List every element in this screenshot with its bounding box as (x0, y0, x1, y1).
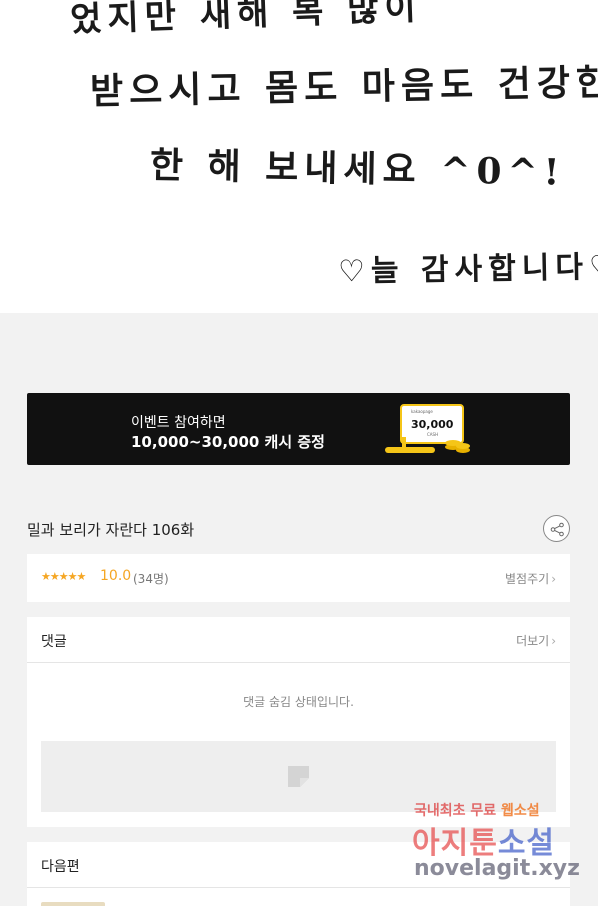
cash-card-illustration: kakaopage 30,000 CASH (385, 404, 470, 453)
comments-card: 댓글 더보기 › 댓글 숨김 상태입니다. (27, 617, 570, 827)
handwritten-line-2: 받으시고 몸도 마음도 건강한 (89, 61, 598, 113)
rating-stars: ★★★★★ (41, 570, 86, 583)
rating-score: 10.0 (100, 568, 132, 584)
next-episode-title: 다음편 (41, 859, 80, 875)
comments-hidden-message: 댓글 숨김 상태입니다. (243, 695, 354, 709)
comments-more-button[interactable]: 더보기 › (516, 632, 556, 649)
more-label: 더보기 (516, 634, 550, 648)
banner-subtitle: 이벤트 참여하면 (131, 415, 226, 431)
next-episode-thumbnail[interactable] (41, 902, 105, 906)
image-placeholder-icon (288, 766, 309, 787)
handwritten-line-3: 한 해 보내세요 ^0^! (149, 144, 566, 194)
comments-title: 댓글 (41, 634, 67, 650)
chevron-right-icon: › (551, 634, 556, 648)
comments-header: 댓글 더보기 › (27, 617, 570, 663)
rating-count: (34명) (133, 572, 169, 586)
episode-title: 밀과 보리가 자란다 106화 (27, 521, 195, 539)
share-icon (550, 522, 564, 537)
handwritten-line-1: 었지만 새해 복 많이 (69, 0, 423, 41)
rate-label: 별점주기 (505, 572, 550, 586)
comic-panel: 었지만 새해 복 많이 받으시고 몸도 마음도 건강한 한 해 보내세요 ^0^… (0, 0, 598, 313)
share-button[interactable] (543, 515, 570, 542)
event-banner[interactable]: 이벤트 참여하면 10,000~30,000 캐시 증정 kakaopage 3… (27, 393, 570, 465)
next-episode-card[interactable]: 다음편 (27, 842, 570, 906)
art-unit: CASH (427, 432, 438, 437)
divider (27, 887, 570, 888)
comment-placeholder (41, 741, 556, 812)
rate-button[interactable]: 별점주기 › (505, 570, 556, 587)
chevron-right-icon: › (551, 572, 556, 586)
art-amount: 30,000 (411, 418, 454, 431)
rating-card: ★★★★★ 10.0 (34명) 별점주기 › (27, 554, 570, 602)
banner-title: 10,000~30,000 캐시 증정 (131, 433, 325, 451)
art-brand: kakaopage (411, 409, 433, 414)
handwritten-line-4: ♡늘 감사합니다♡ (337, 249, 598, 290)
